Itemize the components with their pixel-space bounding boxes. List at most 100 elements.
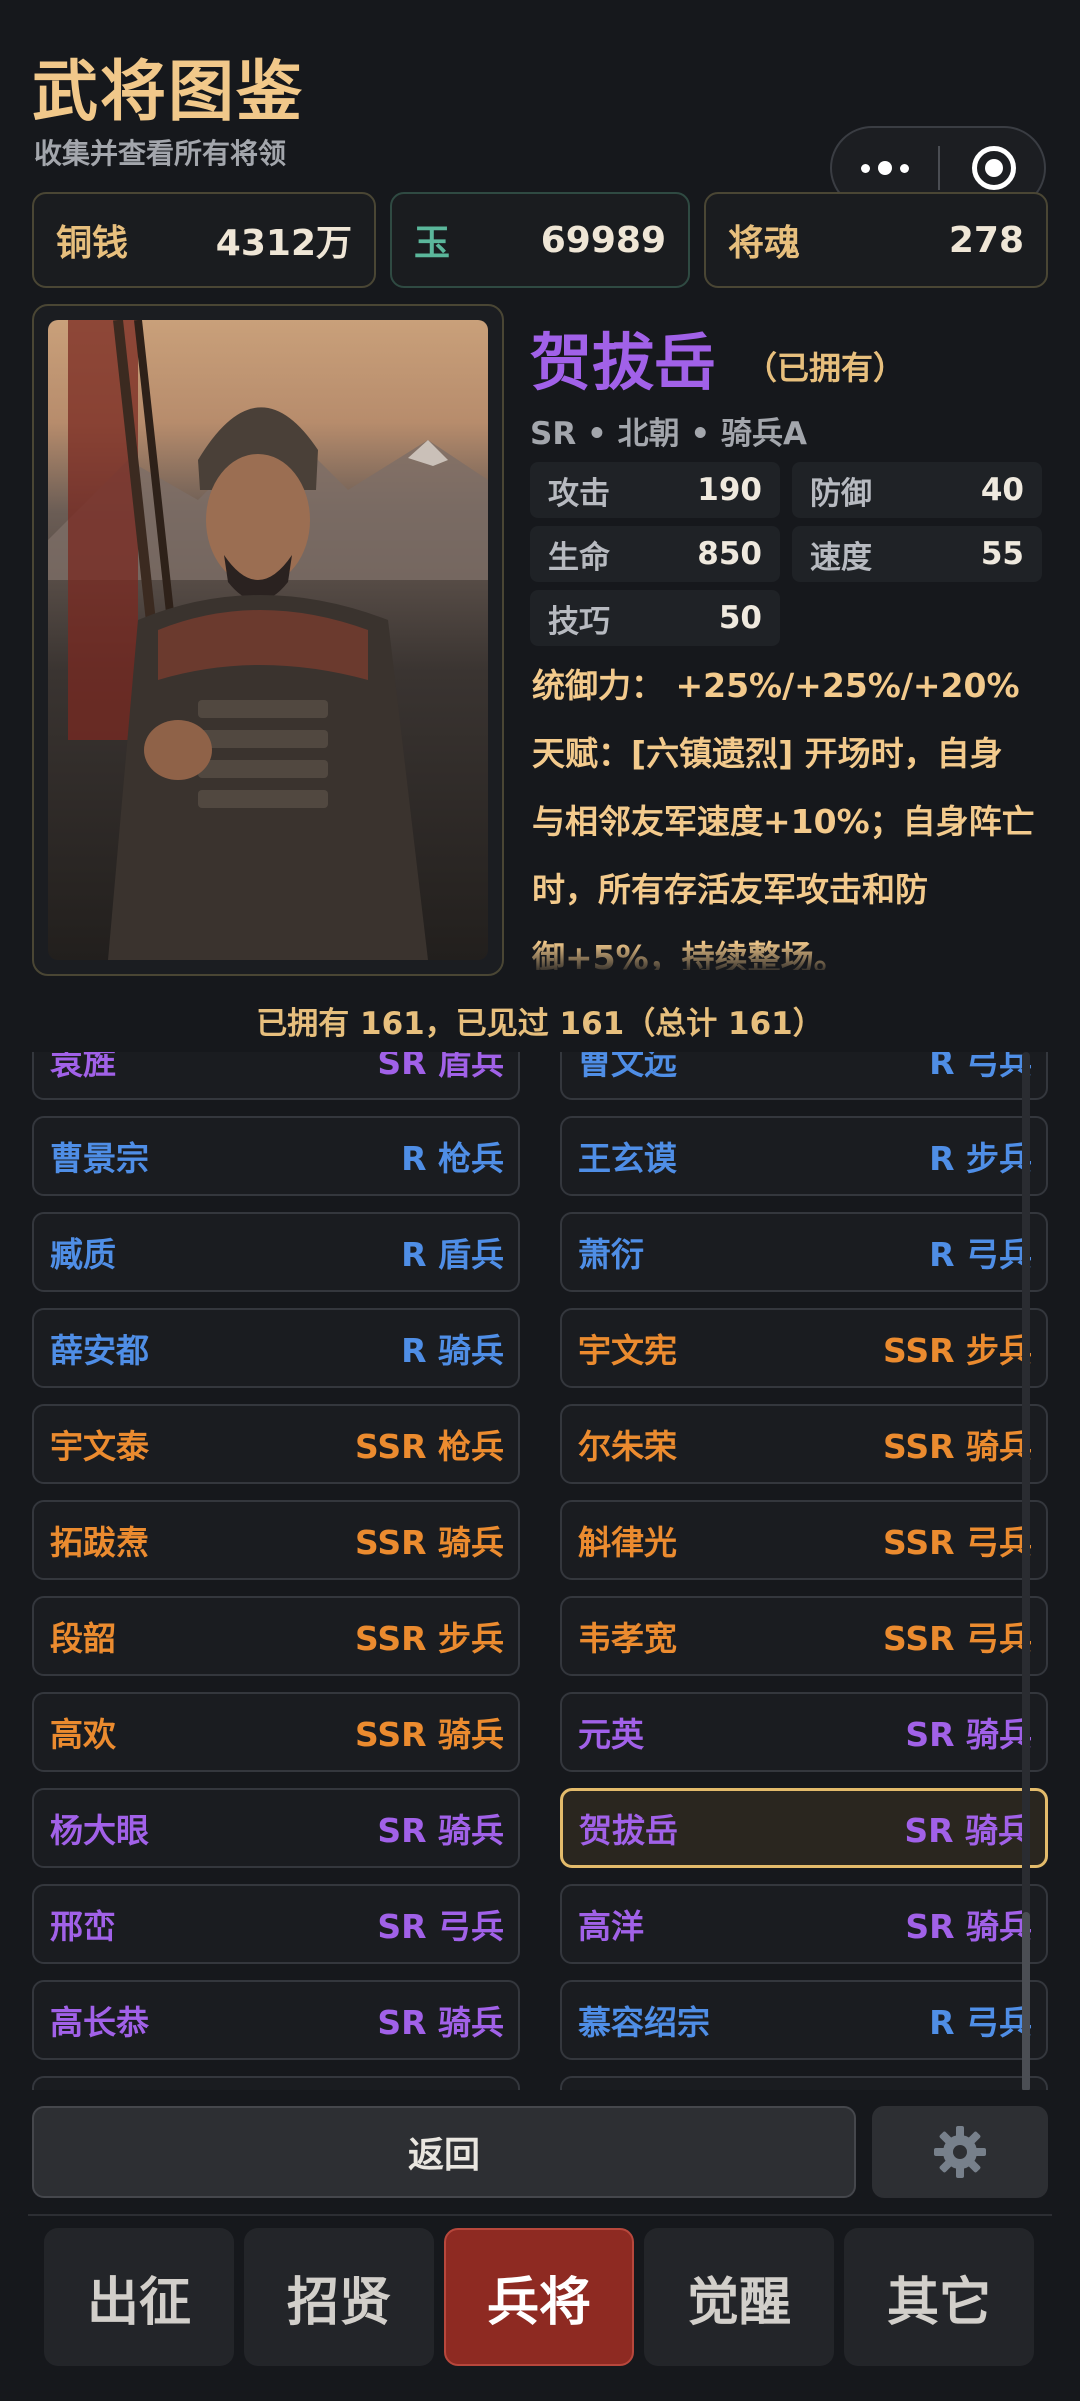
hero-list-item[interactable]: 尔朱荣 SSR 骑兵 — [560, 1404, 1048, 1484]
hero-list-item[interactable]: 袁旌 SR 盾兵 — [32, 1052, 520, 1100]
hero-list-name: 曹文远 — [578, 1052, 677, 1082]
stat-value: 40 — [980, 472, 1024, 508]
hero-list-tag: SR 骑兵 — [905, 1907, 1032, 1946]
page: 武将图鉴 收集并查看所有将领 铜钱 4312万 玉 69989 将魂 278 贺… — [0, 0, 1080, 2401]
hero-list-item[interactable]: 王玄谟 R 步兵 — [560, 1116, 1048, 1196]
tab-awaken[interactable]: 觉醒 — [644, 2228, 834, 2366]
stat-skill: 技巧 50 — [530, 590, 780, 646]
hero-list-item[interactable]: 元英 SR 骑兵 — [560, 1692, 1048, 1772]
hero-list-tag: SSR 弓兵 — [883, 1619, 1032, 1658]
hero-list-name: 萧衍 — [578, 1235, 644, 1274]
back-button[interactable]: 返回 — [32, 2106, 856, 2198]
hero-list-tag: SR 骑兵 — [904, 1811, 1031, 1850]
hero-list-tag: SR 骑兵 — [377, 1811, 504, 1850]
talent-line: 时，所有存活友军攻击和防 — [532, 870, 928, 909]
hero-name: 贺拔岳 — [530, 326, 717, 399]
hero-list-name: 杨大眼 — [50, 1811, 149, 1850]
hero-list-name: 尔朱荣 — [578, 1427, 677, 1466]
currency-copper: 铜钱 4312万 — [32, 192, 376, 288]
hero-list-item[interactable]: 邢峦 SR 弓兵 — [32, 1884, 520, 1964]
hero-list-item[interactable]: 高洋 SR 骑兵 — [560, 1884, 1048, 1964]
hero-list-name: 元英 — [578, 1715, 644, 1754]
text-fade — [530, 942, 1050, 982]
hero-list-name: 段韶 — [50, 1619, 116, 1658]
hero-list-item[interactable]: 曹景宗 R 枪兵 — [32, 1116, 520, 1196]
hero-list-item[interactable]: 高长恭 SR 骑兵 — [32, 1980, 520, 2060]
hero-list-item[interactable] — [560, 2076, 1048, 2090]
tab-other[interactable]: 其它 — [844, 2228, 1034, 2366]
stat-value: 850 — [697, 536, 762, 572]
close-target-icon[interactable] — [972, 146, 1016, 190]
hero-list-tag: R 枪兵 — [401, 1139, 504, 1178]
hero-list-item[interactable]: 曹文远 R 弓兵 — [560, 1052, 1048, 1100]
gear-icon — [934, 2126, 986, 2178]
currency-jade: 玉 69989 — [390, 192, 690, 288]
page-title: 武将图鉴 — [32, 53, 304, 130]
stat-value: 50 — [718, 600, 762, 636]
hero-list-tag: SSR 步兵 — [355, 1619, 504, 1658]
talent-line: 天赋：[六镇遗烈] 开场时，自身 — [532, 734, 1003, 773]
hero-list-tag: SR 盾兵 — [377, 1052, 504, 1082]
hero-list-name: 薛安都 — [50, 1331, 149, 1370]
stat-value: 55 — [980, 536, 1024, 572]
hero-list-tag: SSR 骑兵 — [355, 1523, 504, 1562]
hero-list-item[interactable]: 段韶 SSR 步兵 — [32, 1596, 520, 1676]
hero-list-name: 袁旌 — [50, 1052, 116, 1082]
hero-list-tag: SR 骑兵 — [377, 2003, 504, 2042]
hero-list-name: 宇文泰 — [50, 1427, 149, 1466]
owned-status: （已拥有） — [745, 349, 906, 387]
list-scrollbar[interactable] — [1022, 1052, 1030, 2090]
stat-defense: 防御 40 — [792, 462, 1042, 518]
hero-list-item[interactable]: 斛律光 SSR 弓兵 — [560, 1500, 1048, 1580]
hero-list-name: 斛律光 — [578, 1523, 677, 1562]
hero-list-name: 拓跋焘 — [50, 1523, 149, 1562]
hero-list[interactable]: 袁旌 SR 盾兵曹景宗 R 枪兵臧质 R 盾兵薛安都 R 骑兵 宇文泰 SSR 枪兵拓跋焘 S… — [0, 1052, 1080, 2090]
hero-list-name: 宇文宪 — [578, 1331, 677, 1370]
hero-list-tag: SSR 步兵 — [883, 1331, 1032, 1370]
hero-list-name: 慕容绍宗 — [578, 2003, 710, 2042]
currency-label: 铜钱 — [56, 223, 129, 264]
tab-heroes[interactable]: 兵将 — [444, 2228, 634, 2366]
stat-speed: 速度 55 — [792, 526, 1042, 582]
hero-list-item[interactable]: 宇文宪 SSR 步兵 — [560, 1308, 1048, 1388]
hero-list-item[interactable]: 杨大眼 SR 骑兵 — [32, 1788, 520, 1868]
hero-list-name: 贺拔岳 — [579, 1811, 678, 1850]
hero-list-tag: R 弓兵 — [929, 2003, 1032, 2042]
stat-label: 攻击 — [548, 475, 610, 512]
hero-list-item[interactable]: 臧质 R 盾兵 — [32, 1212, 520, 1292]
hero-list-item[interactable]: 贺拔岳 SR 骑兵 — [560, 1788, 1048, 1868]
hero-list-item[interactable]: 高欢 SSR 骑兵 — [32, 1692, 520, 1772]
scrollbar-thumb[interactable] — [1022, 1912, 1030, 2090]
stat-label: 速度 — [810, 539, 872, 576]
hero-list-item[interactable]: 宇文泰 SSR 枪兵 — [32, 1404, 520, 1484]
hero-list-item[interactable]: 慕容绍宗 R 弓兵 — [560, 1980, 1048, 2060]
currency-label: 将魂 — [728, 223, 801, 264]
capsule-divider — [938, 146, 940, 190]
currency-value: 4312万 — [215, 223, 352, 264]
hero-list-tag: R 弓兵 — [929, 1052, 1032, 1082]
stat-attack: 攻击 190 — [530, 462, 780, 518]
tab-expedition[interactable]: 出征 — [44, 2228, 234, 2366]
hero-list-item[interactable] — [32, 2076, 520, 2090]
command-line: 统御力： +25%/+25%/+20% — [532, 666, 1020, 705]
hero-list-item[interactable]: 韦孝宽 SSR 弓兵 — [560, 1596, 1048, 1676]
hero-list-name: 高长恭 — [50, 2003, 149, 2042]
hero-list-tag: R 盾兵 — [401, 1235, 504, 1274]
hero-portrait-frame — [32, 304, 504, 976]
hero-list-item[interactable]: 拓跋焘 SSR 骑兵 — [32, 1500, 520, 1580]
hero-list-tag: SR 弓兵 — [377, 1907, 504, 1946]
hero-list-item[interactable]: 薛安都 R 骑兵 — [32, 1308, 520, 1388]
hero-list-item[interactable]: 萧衍 R 弓兵 — [560, 1212, 1048, 1292]
hero-list-tag: SSR 骑兵 — [883, 1427, 1032, 1466]
currency-label: 玉 — [414, 223, 451, 264]
tab-recruit[interactable]: 招贤 — [244, 2228, 434, 2366]
warrior-figure — [68, 320, 428, 960]
hero-list-name: 韦孝宽 — [578, 1619, 677, 1658]
hero-list-tag: SSR 弓兵 — [883, 1523, 1032, 1562]
stat-label: 防御 — [810, 475, 872, 512]
currency-value: 69989 — [540, 219, 666, 261]
hero-list-name: 臧质 — [50, 1235, 116, 1274]
hero-list-tag: R 弓兵 — [929, 1235, 1032, 1274]
hero-list-name: 曹景宗 — [50, 1139, 149, 1178]
settings-button[interactable] — [872, 2106, 1048, 2198]
